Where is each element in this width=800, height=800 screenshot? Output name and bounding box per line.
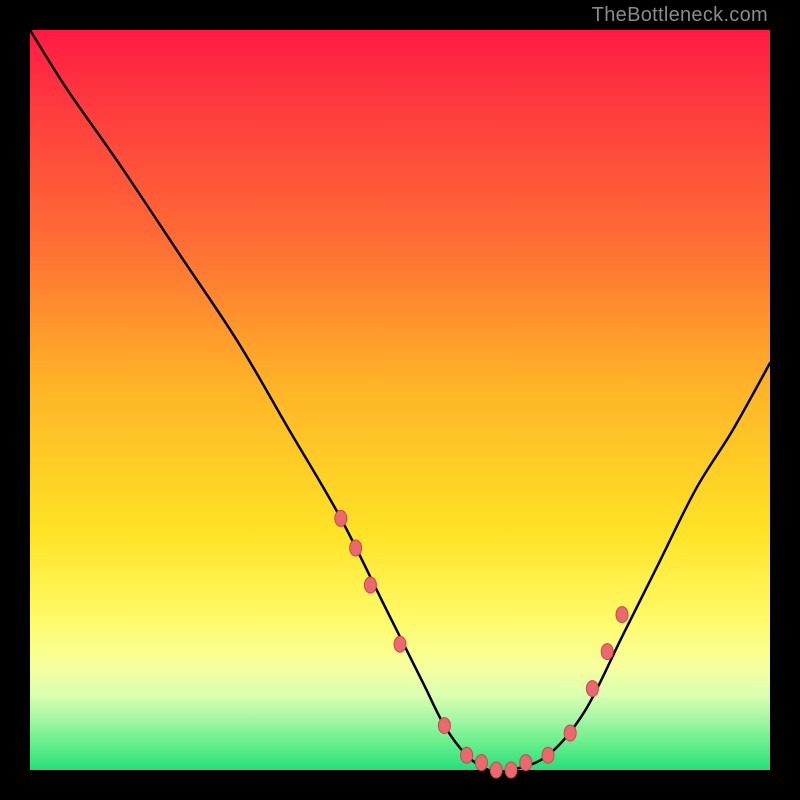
chart-frame: TheBottleneck.com [0, 0, 800, 800]
marker-point [475, 755, 487, 771]
marker-point [542, 747, 554, 763]
marker-point [616, 607, 628, 623]
watermark-text: TheBottleneck.com [592, 4, 768, 27]
bottleneck-curve [30, 30, 770, 772]
marker-point [505, 762, 517, 778]
marker-point [350, 540, 362, 556]
chart-svg [30, 30, 770, 770]
marker-point [438, 718, 450, 734]
marker-point [586, 681, 598, 697]
marker-point [601, 644, 613, 660]
plot-area [30, 30, 770, 770]
marker-point [490, 762, 502, 778]
highlight-markers [335, 510, 628, 778]
marker-point [520, 755, 532, 771]
marker-point [335, 510, 347, 526]
marker-point [461, 747, 473, 763]
marker-point [564, 725, 576, 741]
marker-point [394, 636, 406, 652]
marker-point [364, 577, 376, 593]
